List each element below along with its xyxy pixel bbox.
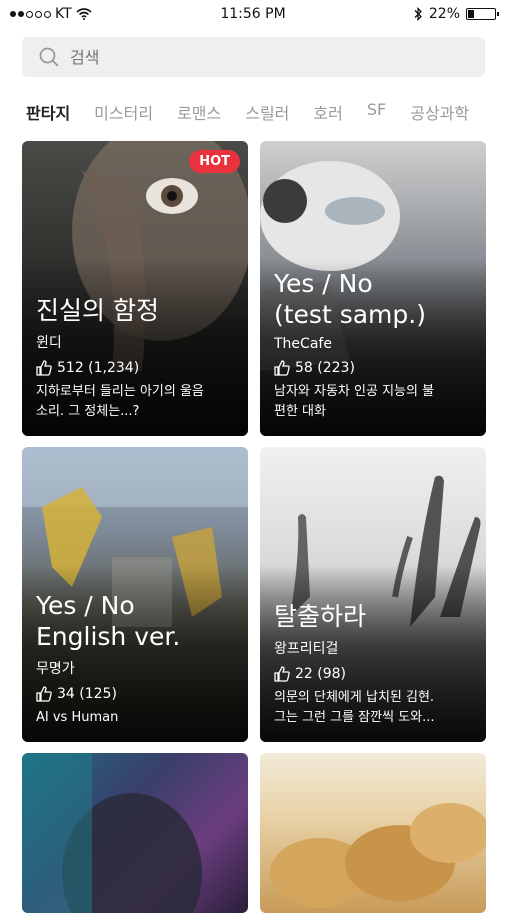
story-card[interactable]: Yes / No (test samp.) TheCafe 58 (223) 남… <box>260 141 486 436</box>
story-card[interactable] <box>22 753 248 913</box>
thumbs-up-icon <box>274 360 290 376</box>
likes-count: 512 (1,234) <box>57 360 140 376</box>
tab-mystery[interactable]: 미스터리 <box>94 100 153 124</box>
card-info: 탈출하라 왕프리티걸 22 (98) 의문의 단체에게 납치된 김현. 그는 그… <box>274 601 474 728</box>
card-title: 탈출하라 <box>274 602 367 631</box>
card-info: Yes / No English ver. 무명가 34 (125) AI vs… <box>36 590 236 728</box>
tab-horror[interactable]: 호러 <box>313 100 342 124</box>
card-cover-image <box>22 753 202 913</box>
tab-thriller[interactable]: 스릴러 <box>245 100 289 124</box>
battery-icon <box>466 8 499 20</box>
thumbs-up-icon <box>36 360 52 376</box>
likes-count: 34 (125) <box>57 686 117 702</box>
bluetooth-icon <box>414 7 422 21</box>
card-cover-image <box>270 803 486 908</box>
search-icon <box>39 47 59 67</box>
card-description: 남자와 자동차 인공 지능의 불 편한 대화 <box>274 384 435 419</box>
card-likes: 34 (125) <box>36 686 236 702</box>
card-title: 진실의 함정 <box>36 296 159 325</box>
tab-science-fiction[interactable]: 공상과학 <box>410 100 469 124</box>
card-author: 무명가 <box>36 661 75 677</box>
card-info: 진실의 함정 윈디 512 (1,234) 지하로부터 들리는 아기의 울음 소… <box>36 295 236 422</box>
story-card[interactable]: 탈출하라 왕프리티걸 22 (98) 의문의 단체에게 납치된 김현. 그는 그… <box>260 447 486 742</box>
thumbs-up-icon <box>36 686 52 702</box>
story-card[interactable] <box>260 753 486 913</box>
genre-tabs: 판타지 미스터리 로맨스 스릴러 호러 SF 공상과학 <box>26 100 469 124</box>
likes-count: 58 (223) <box>295 360 355 376</box>
card-title: Yes / No English ver. <box>36 591 181 651</box>
card-likes: 58 (223) <box>274 360 474 376</box>
card-info: Yes / No (test samp.) TheCafe 58 (223) 남… <box>274 268 474 422</box>
hot-badge: HOT <box>189 150 240 173</box>
tab-fantasy[interactable]: 판타지 <box>26 100 70 124</box>
card-description: 지하로부터 들리는 아기의 울음 소리. 그 정체는...? <box>36 384 204 419</box>
tab-romance[interactable]: 로맨스 <box>177 100 221 124</box>
card-author: 왕프리티걸 <box>274 641 339 657</box>
card-likes: 512 (1,234) <box>36 360 236 376</box>
status-bar: KT 11:56 PM 22% <box>0 0 506 30</box>
search-input[interactable] <box>68 46 452 68</box>
card-description: AI vs Human <box>36 710 119 725</box>
likes-count: 22 (98) <box>295 666 347 682</box>
tab-sf[interactable]: SF <box>367 100 386 124</box>
card-description: 의문의 단체에게 납치된 김현. 그는 그런 그를 잠깐씩 도와... <box>274 690 435 725</box>
card-author: TheCafe <box>274 336 332 352</box>
story-card[interactable]: HOT 진실의 함정 윈디 512 (1,234) 지하로부터 들리는 아기의 … <box>22 141 248 436</box>
card-likes: 22 (98) <box>274 666 474 682</box>
search-bar[interactable] <box>22 37 485 77</box>
story-card[interactable]: Yes / No English ver. 무명가 34 (125) AI vs… <box>22 447 248 742</box>
status-right: 22% <box>413 6 499 22</box>
thumbs-up-icon <box>274 666 290 682</box>
card-author: 윈디 <box>36 335 62 351</box>
card-title: Yes / No (test samp.) <box>274 269 426 329</box>
battery-percent: 22% <box>428 6 460 22</box>
